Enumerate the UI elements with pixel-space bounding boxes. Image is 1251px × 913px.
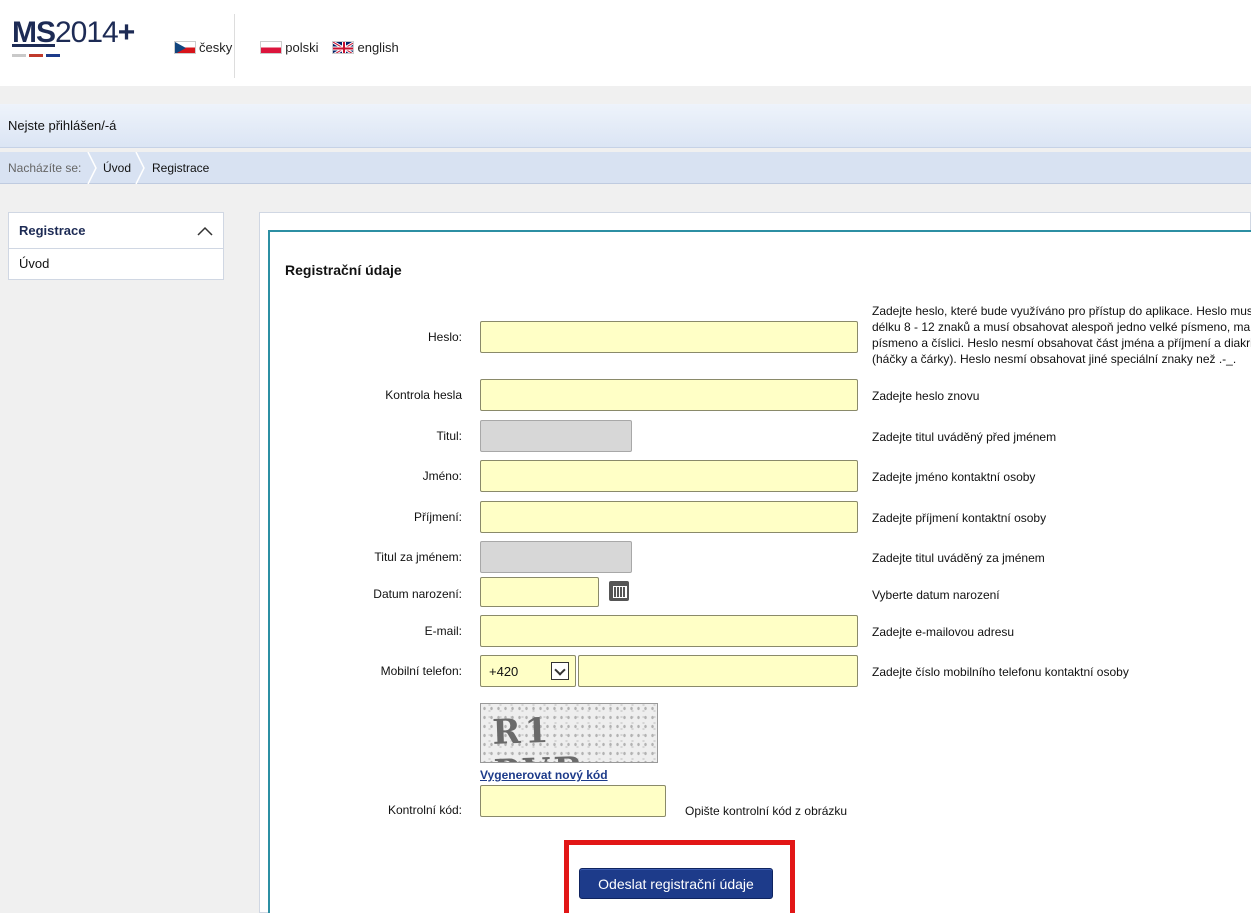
logo-color-bars [12, 54, 134, 57]
phone-prefix-value: +420 [489, 664, 519, 679]
calendar-icon[interactable] [609, 581, 629, 601]
password-check-label: Kontrola hesla [385, 388, 462, 402]
email-help: Zadejte e-mailovou adresu [872, 625, 1015, 639]
submit-registration-button[interactable]: Odeslat registrační údaje [579, 868, 773, 899]
title-before-help: Zadejte titul uváděný před jménem [872, 430, 1057, 444]
title-after-label: Titul za jménem: [374, 550, 462, 564]
birth-date-input[interactable] [480, 577, 599, 607]
logo-bar-red [29, 54, 43, 57]
phone-prefix-select[interactable]: +420 [480, 655, 576, 687]
logo-bar-gray [12, 54, 26, 57]
lang-english[interactable]: english [332, 40, 399, 55]
email-input[interactable] [480, 615, 858, 647]
password-label: Heslo: [427, 330, 462, 344]
sidebar-title: Registrace [19, 223, 86, 238]
breadcrumb-separator-icon [135, 152, 145, 184]
regenerate-code-link[interactable]: Vygenerovat nový kód [480, 768, 608, 782]
password-input[interactable] [480, 321, 858, 353]
password-check-input[interactable] [480, 379, 858, 411]
title-after-input[interactable] [480, 541, 632, 573]
logo-ms: MS [12, 16, 56, 49]
control-code-label: Kontrolní kód: [387, 803, 462, 817]
mobile-label: Mobilní telefon: [380, 664, 462, 678]
breadcrumb-separator-icon [87, 152, 97, 184]
chevron-up-icon[interactable] [197, 226, 213, 236]
lang-english-label: english [357, 40, 399, 55]
sidebar-header[interactable]: Registrace [9, 213, 223, 249]
form-title: Registrační údaje [285, 262, 402, 278]
password-check-help: Zadejte heslo znovu [872, 389, 980, 403]
logo-plus: + [117, 16, 136, 49]
lang-czech[interactable]: česky [174, 40, 232, 55]
captcha-text: R1 PVB [491, 710, 587, 762]
mobile-help: Zadejte číslo mobilního telefonu kontakt… [872, 665, 1129, 679]
chevron-down-icon[interactable] [551, 662, 569, 680]
login-status-bar: Nejste přihlášen/-á [0, 104, 1251, 148]
czech-flag-icon [174, 41, 196, 54]
top-header: MS2014+ česky polski english [0, 0, 1251, 86]
breadcrumb-prefix: Nacházíte se: [8, 161, 82, 175]
login-status-text: Nejste přihlášen/-á [8, 118, 117, 133]
mobile-number-input[interactable] [578, 655, 858, 687]
first-name-input[interactable] [480, 460, 858, 492]
title-before-label: Titul: [436, 429, 462, 443]
last-name-label: Příjmení: [413, 510, 462, 524]
email-label: E-mail: [424, 624, 462, 638]
sidebar: Registrace Úvod [8, 212, 224, 280]
title-before-input[interactable] [480, 420, 632, 452]
birth-date-label: Datum narození: [373, 587, 462, 601]
birth-date-help: Vyberte datum narození [872, 588, 1000, 602]
header-divider [234, 14, 235, 78]
first-name-label: Jméno: [422, 469, 462, 483]
logo-bar-blue [46, 54, 60, 57]
control-code-input[interactable] [480, 785, 666, 817]
password-help: Zadejte heslo, které bude využíváno pro … [872, 304, 1251, 366]
breadcrumb: Nacházíte se: Úvod Registrace [0, 152, 1251, 184]
polish-flag-icon [260, 41, 283, 54]
logo-year: 2014 [55, 16, 119, 49]
sidebar-item-uvod[interactable]: Úvod [9, 249, 223, 279]
control-code-help: Opište kontrolní kód z obrázku [685, 804, 848, 818]
uk-flag-icon [332, 41, 355, 54]
title-after-help: Zadejte titul uváděný za jménem [872, 551, 1045, 565]
ms2014-logo[interactable]: MS2014+ [12, 16, 136, 57]
breadcrumb-item-registrace: Registrace [152, 161, 210, 175]
last-name-input[interactable] [480, 501, 858, 533]
language-switcher: česky polski english [174, 40, 413, 55]
first-name-help: Zadejte jméno kontaktní osoby [872, 470, 1036, 484]
lang-polish-label: polski [285, 40, 319, 55]
captcha-image: R1 PVB [480, 703, 658, 763]
lang-polish[interactable]: polski [260, 40, 318, 55]
last-name-help: Zadejte příjmení kontaktní osoby [872, 511, 1047, 525]
breadcrumb-item-uvod[interactable]: Úvod [103, 152, 131, 184]
lang-czech-label: česky [199, 40, 233, 55]
